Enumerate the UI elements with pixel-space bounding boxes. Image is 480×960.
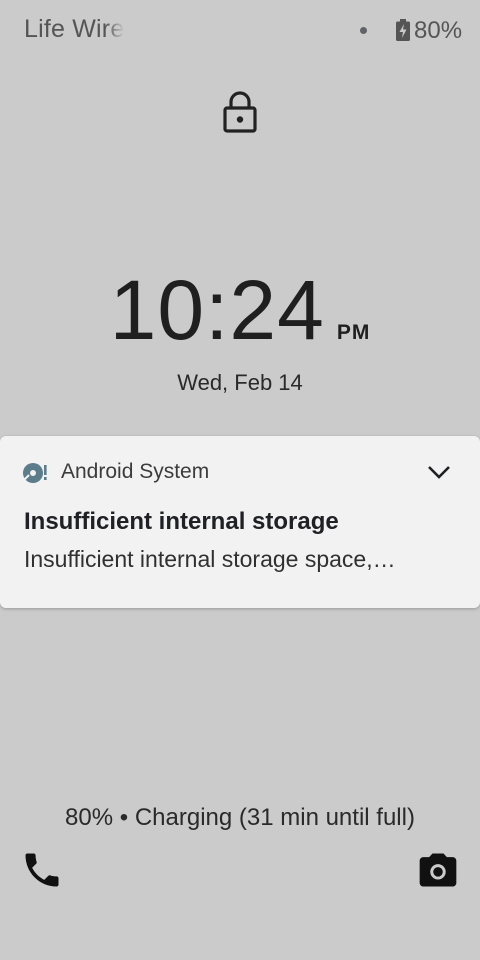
notification-text: Insufficient internal storage space,… bbox=[24, 546, 396, 572]
clock-time: 10:24 bbox=[109, 263, 325, 357]
carrier-name: Life Wire bbox=[24, 15, 125, 43]
storage-disk-icon bbox=[22, 462, 48, 484]
status-bar: Life Wire 80% bbox=[0, 0, 480, 60]
notification-card[interactable]: Android System Insufficient internal sto… bbox=[0, 436, 480, 608]
charging-status: 80% • Charging (31 min until full) bbox=[65, 804, 415, 831]
lock-icon bbox=[221, 90, 259, 134]
battery-percentage: 80% bbox=[414, 17, 463, 44]
clock: 10:24 PM bbox=[0, 262, 480, 359]
battery-charging-icon bbox=[396, 19, 410, 41]
date: Wed, Feb 14 bbox=[177, 370, 303, 395]
clock-ampm: PM bbox=[336, 321, 371, 344]
notification-app-name: Android System bbox=[61, 460, 210, 483]
chevron-down-icon[interactable] bbox=[426, 462, 452, 482]
notification-title: Insufficient internal storage bbox=[24, 508, 339, 535]
camera-icon[interactable] bbox=[416, 848, 460, 892]
notification-dot-icon bbox=[360, 27, 367, 34]
phone-icon[interactable] bbox=[20, 848, 64, 892]
